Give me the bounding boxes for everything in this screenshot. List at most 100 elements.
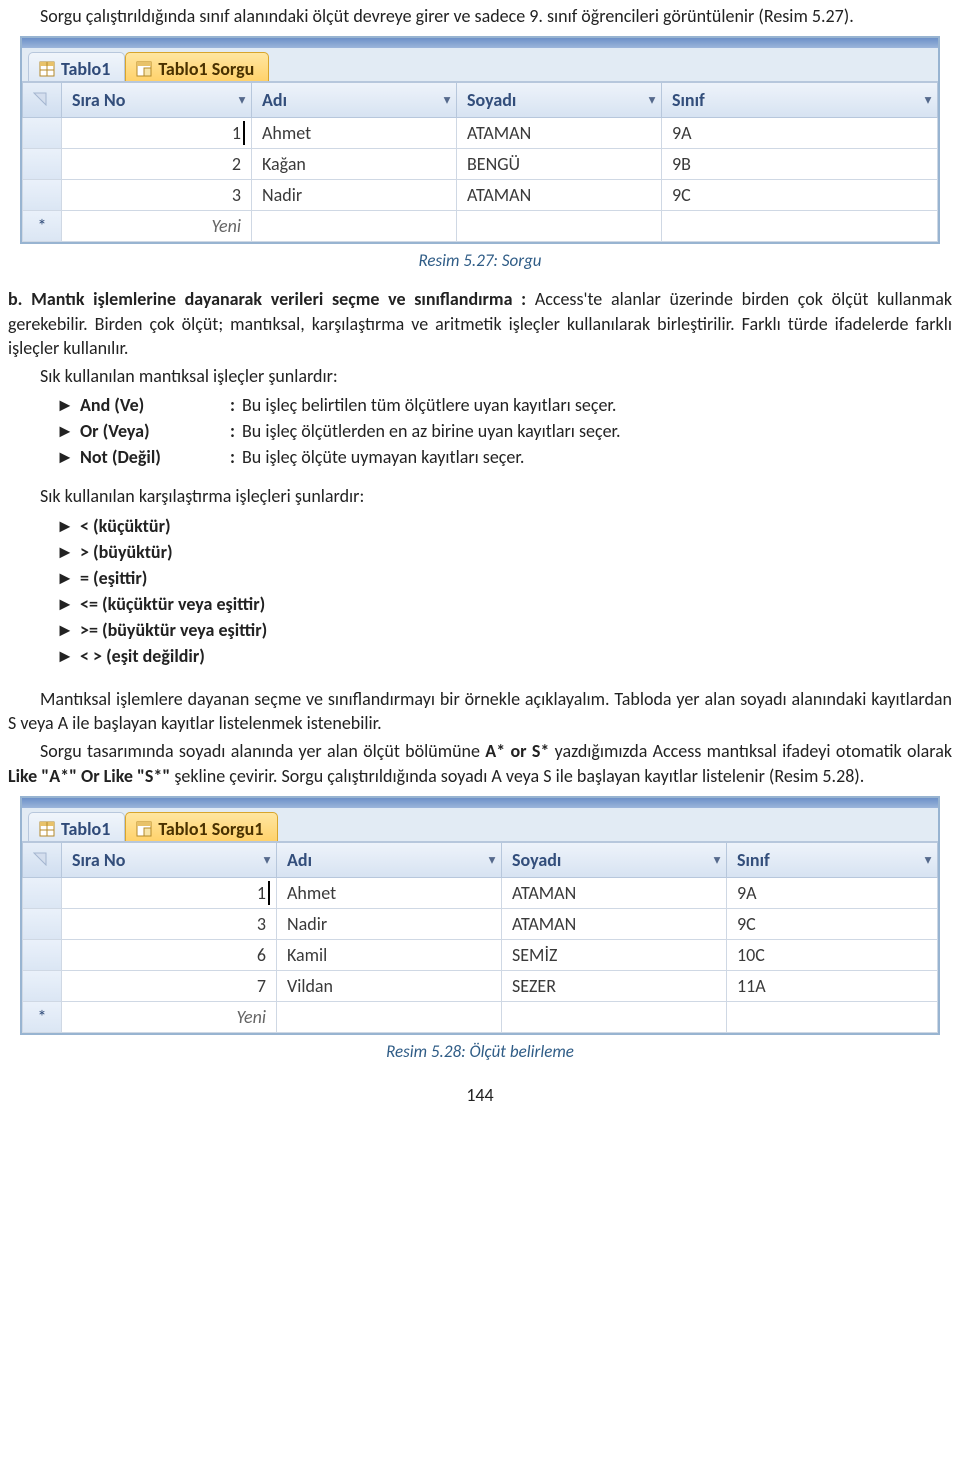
- op-desc: Bu işleç belirtilen tüm ölçütlere uyan k…: [242, 394, 952, 416]
- cmp-gt: ►> (büyüktür): [56, 541, 952, 563]
- dropdown-icon[interactable]: ▾: [239, 93, 245, 108]
- tab-tablo1[interactable]: Tablo1: [28, 812, 125, 841]
- new-row-selector[interactable]: *: [22, 1002, 62, 1033]
- cell-sira-no[interactable]: 7: [62, 971, 277, 1002]
- cell-empty[interactable]: [727, 1002, 938, 1033]
- cmp-eq: ►= (eşittir): [56, 567, 952, 589]
- intro-paragraph: Sorgu çalıştırıldığında sınıf alanındaki…: [8, 4, 952, 28]
- bullet-arrow-icon: ►: [56, 593, 80, 615]
- cell-sinif[interactable]: 10C: [727, 940, 938, 971]
- cell-empty[interactable]: [277, 1002, 502, 1033]
- cmp-text: < > (eşit değildir): [80, 645, 205, 667]
- dropdown-icon[interactable]: ▾: [444, 93, 450, 108]
- new-row-selector[interactable]: *: [22, 211, 62, 242]
- bullet-arrow-icon: ►: [56, 619, 80, 641]
- column-header-sira-no[interactable]: Sıra No▾: [62, 842, 277, 878]
- cell-sira-no[interactable]: 2: [62, 149, 252, 180]
- cell-adi[interactable]: Vildan: [277, 971, 502, 1002]
- cell-adi[interactable]: Kamil: [277, 940, 502, 971]
- comparison-ops-list: ►< (küçüktür) ►> (büyüktür) ►= (eşittir)…: [8, 515, 952, 667]
- cell-sira-no[interactable]: 3: [62, 909, 277, 940]
- cell-sinif[interactable]: 9A: [662, 118, 938, 149]
- cell-adi[interactable]: Nadir: [277, 909, 502, 940]
- section-b-lead: b. Mantık işlemlerine dayanarak verileri…: [8, 288, 535, 310]
- cell-soyadi[interactable]: SEZER: [502, 971, 727, 1002]
- datasheet-grid: Sıra No ▾ Adı▾ Soyadı ▾ Sınıf▾ 1 Ahmet ATA…: [22, 82, 938, 242]
- column-header-soyadi[interactable]: Soyadı ▾: [457, 82, 662, 118]
- cell-sinif[interactable]: 9C: [662, 180, 938, 211]
- bullet-arrow-icon: ►: [56, 567, 80, 589]
- row-selector[interactable]: [22, 180, 62, 211]
- cell-soyadi[interactable]: SEMİZ: [502, 940, 727, 971]
- select-all-cell[interactable]: [22, 842, 62, 878]
- dropdown-icon[interactable]: ▾: [264, 852, 270, 867]
- cell-soyadi[interactable]: BENGÜ: [457, 149, 662, 180]
- cell-soyadi[interactable]: ATAMAN: [457, 180, 662, 211]
- row-selector[interactable]: [22, 878, 62, 909]
- cell-empty[interactable]: [662, 211, 938, 242]
- cell-empty[interactable]: [457, 211, 662, 242]
- dropdown-icon[interactable]: ▾: [649, 93, 655, 108]
- tab-label: Tablo1: [61, 58, 110, 80]
- column-header-label: Soyadı: [467, 89, 516, 111]
- figure-caption-527: Resim 5.27: Sorgu: [8, 250, 952, 271]
- dropdown-icon[interactable]: ▾: [714, 852, 720, 867]
- cell-new-label[interactable]: Yeni: [62, 211, 252, 242]
- column-header-sinif[interactable]: Sınıf▾: [662, 82, 938, 118]
- query-icon: [136, 61, 152, 77]
- column-header-label: Soyadı: [512, 849, 561, 871]
- cell-adi[interactable]: Kağan: [252, 149, 457, 180]
- datasheet-tab-bar: Tablo1 Tablo1 Sorgu: [22, 48, 938, 82]
- select-all-cell[interactable]: [22, 82, 62, 118]
- figure-527-access-datasheet: Tablo1 Tablo1 Sorgu Sıra No ▾ Adı▾ Soyadı…: [20, 36, 940, 244]
- cell-adi[interactable]: Ahmet: [252, 118, 457, 149]
- cell-sinif[interactable]: 9C: [727, 909, 938, 940]
- cell-sinif[interactable]: 9A: [727, 878, 938, 909]
- cell-sinif[interactable]: 11A: [727, 971, 938, 1002]
- cell-sira-no[interactable]: 6: [62, 940, 277, 971]
- cell-sira-no[interactable]: 1: [62, 878, 277, 909]
- column-header-label: Adı: [287, 849, 312, 871]
- example-paragraph-1: Mantıksal işlemlere dayanan seçme ve sın…: [8, 687, 952, 736]
- cmp-gte: ►>= (büyüktür veya eşittir): [56, 619, 952, 641]
- row-selector[interactable]: [22, 940, 62, 971]
- row-selector[interactable]: [22, 909, 62, 940]
- cell-new-label[interactable]: Yeni: [62, 1002, 277, 1033]
- cell-soyadi[interactable]: ATAMAN: [457, 118, 662, 149]
- cell-empty[interactable]: [252, 211, 457, 242]
- cmp-neq: ►< > (eşit değildir): [56, 645, 952, 667]
- column-header-soyadi[interactable]: Soyadı ▾: [502, 842, 727, 878]
- dropdown-icon[interactable]: ▾: [925, 93, 931, 108]
- row-selector[interactable]: [22, 149, 62, 180]
- column-header-adi[interactable]: Adı▾: [252, 82, 457, 118]
- cmp-text: = (eşittir): [80, 567, 147, 589]
- cell-adi[interactable]: Nadir: [252, 180, 457, 211]
- cell-sinif[interactable]: 9B: [662, 149, 938, 180]
- cell-adi[interactable]: Ahmet: [277, 878, 502, 909]
- dropdown-icon[interactable]: ▾: [489, 852, 495, 867]
- text: yazdığımızda Access mantıksal ifadeyi ot…: [549, 740, 952, 762]
- comparison-ops-intro: Sık kullanılan karşılaştırma işleçleri ş…: [8, 484, 952, 508]
- dropdown-icon[interactable]: ▾: [925, 852, 931, 867]
- column-header-adi[interactable]: Adı ▾: [277, 842, 502, 878]
- figure-caption-528: Resim 5.28: Ölçüt belirleme: [8, 1041, 952, 1062]
- column-header-sinif[interactable]: Sınıf▾: [727, 842, 938, 878]
- tab-label: Tablo1 Sorgu: [158, 58, 254, 80]
- column-header-label: Sıra No: [72, 89, 125, 111]
- op-colon: :: [230, 394, 242, 416]
- cell-sira-no[interactable]: 3: [62, 180, 252, 211]
- criteria-input-sample: A* or S*: [485, 740, 549, 762]
- tab-tablo1-sorgu[interactable]: Tablo1 Sorgu: [125, 52, 269, 81]
- cell-soyadi[interactable]: ATAMAN: [502, 909, 727, 940]
- cell-sira-no[interactable]: 1: [62, 118, 252, 149]
- tab-tablo1[interactable]: Tablo1: [28, 52, 125, 81]
- text: şekline çevirir. Sorgu çalıştırıldığında…: [170, 765, 864, 787]
- page-number: 144: [8, 1084, 952, 1106]
- cell-empty[interactable]: [502, 1002, 727, 1033]
- tab-tablo1-sorgu1[interactable]: Tablo1 Sorgu1: [125, 812, 278, 841]
- cell-soyadi[interactable]: ATAMAN: [502, 878, 727, 909]
- row-selector[interactable]: [22, 971, 62, 1002]
- column-header-sira-no[interactable]: Sıra No ▾: [62, 82, 252, 118]
- row-selector[interactable]: [22, 118, 62, 149]
- text: Sorgu tasarımında soyadı alanında yer al…: [40, 740, 485, 762]
